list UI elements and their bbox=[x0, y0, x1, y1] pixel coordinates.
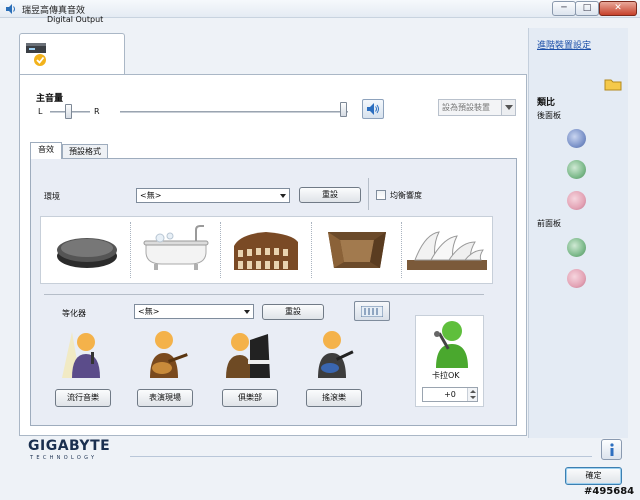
speaker-icon bbox=[6, 4, 15, 14]
bathtub-icon[interactable] bbox=[140, 224, 212, 274]
stone-disc-icon[interactable] bbox=[52, 228, 122, 273]
karaoke-singer-icon[interactable] bbox=[428, 318, 472, 370]
equalize-loudness-checkbox[interactable] bbox=[376, 190, 386, 200]
environment-select[interactable]: <無> bbox=[136, 188, 290, 203]
environment-reset-button[interactable]: 重設 bbox=[299, 187, 361, 203]
speaker-icon bbox=[367, 103, 379, 115]
chevron-up-icon bbox=[470, 390, 476, 393]
rock-preset-button[interactable]: 搖滾樂 bbox=[306, 389, 362, 407]
digital-output-device-icon bbox=[26, 43, 46, 66]
environment-label: 環境 bbox=[44, 192, 60, 201]
balance-slider-thumb[interactable] bbox=[65, 104, 72, 119]
strip-divider bbox=[311, 222, 312, 278]
equalizer-label: 等化器 bbox=[62, 309, 86, 318]
rear-line-out-jack[interactable] bbox=[567, 160, 586, 179]
gigabyte-logo: GIGABYTE bbox=[28, 438, 111, 454]
info-button[interactable] bbox=[601, 439, 622, 460]
rock-guitarist-icon[interactable] bbox=[306, 326, 358, 380]
opera-house-icon[interactable] bbox=[405, 224, 489, 276]
graphic-equalizer-button[interactable] bbox=[354, 301, 390, 321]
club-preset-button[interactable]: 俱樂部 bbox=[222, 389, 278, 407]
ok-button[interactable]: 確定 bbox=[565, 467, 622, 485]
chevron-down-icon bbox=[505, 105, 513, 110]
minimize-button[interactable]: ─ bbox=[552, 1, 576, 16]
main-volume-label: 主音量 bbox=[36, 94, 64, 104]
pop-singer-icon[interactable] bbox=[58, 326, 110, 380]
environment-select-arrow[interactable] bbox=[277, 189, 289, 202]
karaoke-label: 卡拉OK bbox=[432, 371, 460, 380]
equalizer-icon bbox=[361, 306, 383, 317]
colosseum-icon[interactable] bbox=[230, 226, 302, 274]
volume-slider-track bbox=[120, 111, 348, 113]
section-separator bbox=[44, 294, 484, 295]
chevron-down-icon bbox=[244, 310, 250, 314]
folder-icon[interactable] bbox=[604, 77, 622, 91]
analog-label: 類比 bbox=[537, 98, 556, 108]
equalizer-select[interactable]: <無> bbox=[134, 304, 254, 319]
close-button[interactable]: ✕ bbox=[599, 1, 637, 16]
vertical-divider bbox=[368, 178, 369, 210]
front-mic-jack[interactable] bbox=[567, 269, 586, 288]
strip-divider bbox=[130, 222, 131, 278]
tab-default-format[interactable]: 預設格式 bbox=[62, 144, 108, 159]
chevron-down-icon bbox=[470, 396, 476, 399]
active-tab-connector bbox=[31, 157, 61, 159]
rear-panel-label: 後面板 bbox=[537, 111, 561, 120]
live-preset-button[interactable]: 表演現場 bbox=[137, 389, 193, 407]
info-icon bbox=[610, 443, 614, 456]
strip-divider bbox=[401, 222, 402, 278]
equalize-loudness-label: 均衡響度 bbox=[390, 191, 422, 200]
live-guitar-icon[interactable] bbox=[140, 326, 192, 380]
tab-digital-output-label: Digital Output bbox=[47, 15, 104, 24]
watermark-text: #495684 bbox=[584, 486, 635, 497]
balance-left-label: L bbox=[38, 107, 43, 116]
front-headphone-jack[interactable] bbox=[567, 238, 586, 257]
chevron-down-icon bbox=[280, 194, 286, 198]
spinner-arrows[interactable] bbox=[467, 388, 477, 401]
rear-mic-jack[interactable] bbox=[567, 191, 586, 210]
club-piano-icon[interactable] bbox=[222, 326, 274, 380]
advanced-settings-link[interactable]: 進階裝置設定 bbox=[537, 38, 591, 51]
pop-preset-button[interactable]: 流行音樂 bbox=[55, 389, 111, 407]
volume-slider-thumb[interactable] bbox=[340, 102, 347, 117]
stone-room-icon[interactable] bbox=[322, 226, 392, 274]
equalizer-reset-button[interactable]: 重設 bbox=[262, 304, 324, 320]
strip-divider bbox=[220, 222, 221, 278]
mute-button[interactable] bbox=[362, 99, 384, 119]
rear-line-in-jack[interactable] bbox=[567, 129, 586, 148]
maximize-button[interactable]: □ bbox=[575, 1, 599, 16]
equalizer-select-arrow[interactable] bbox=[241, 305, 253, 318]
gigabyte-logo-sub: TECHNOLOGY bbox=[30, 455, 98, 461]
footer-line bbox=[130, 456, 592, 457]
balance-right-label: R bbox=[94, 107, 100, 116]
front-panel-label: 前面板 bbox=[537, 219, 561, 228]
set-default-dropdown-button[interactable] bbox=[501, 100, 515, 115]
